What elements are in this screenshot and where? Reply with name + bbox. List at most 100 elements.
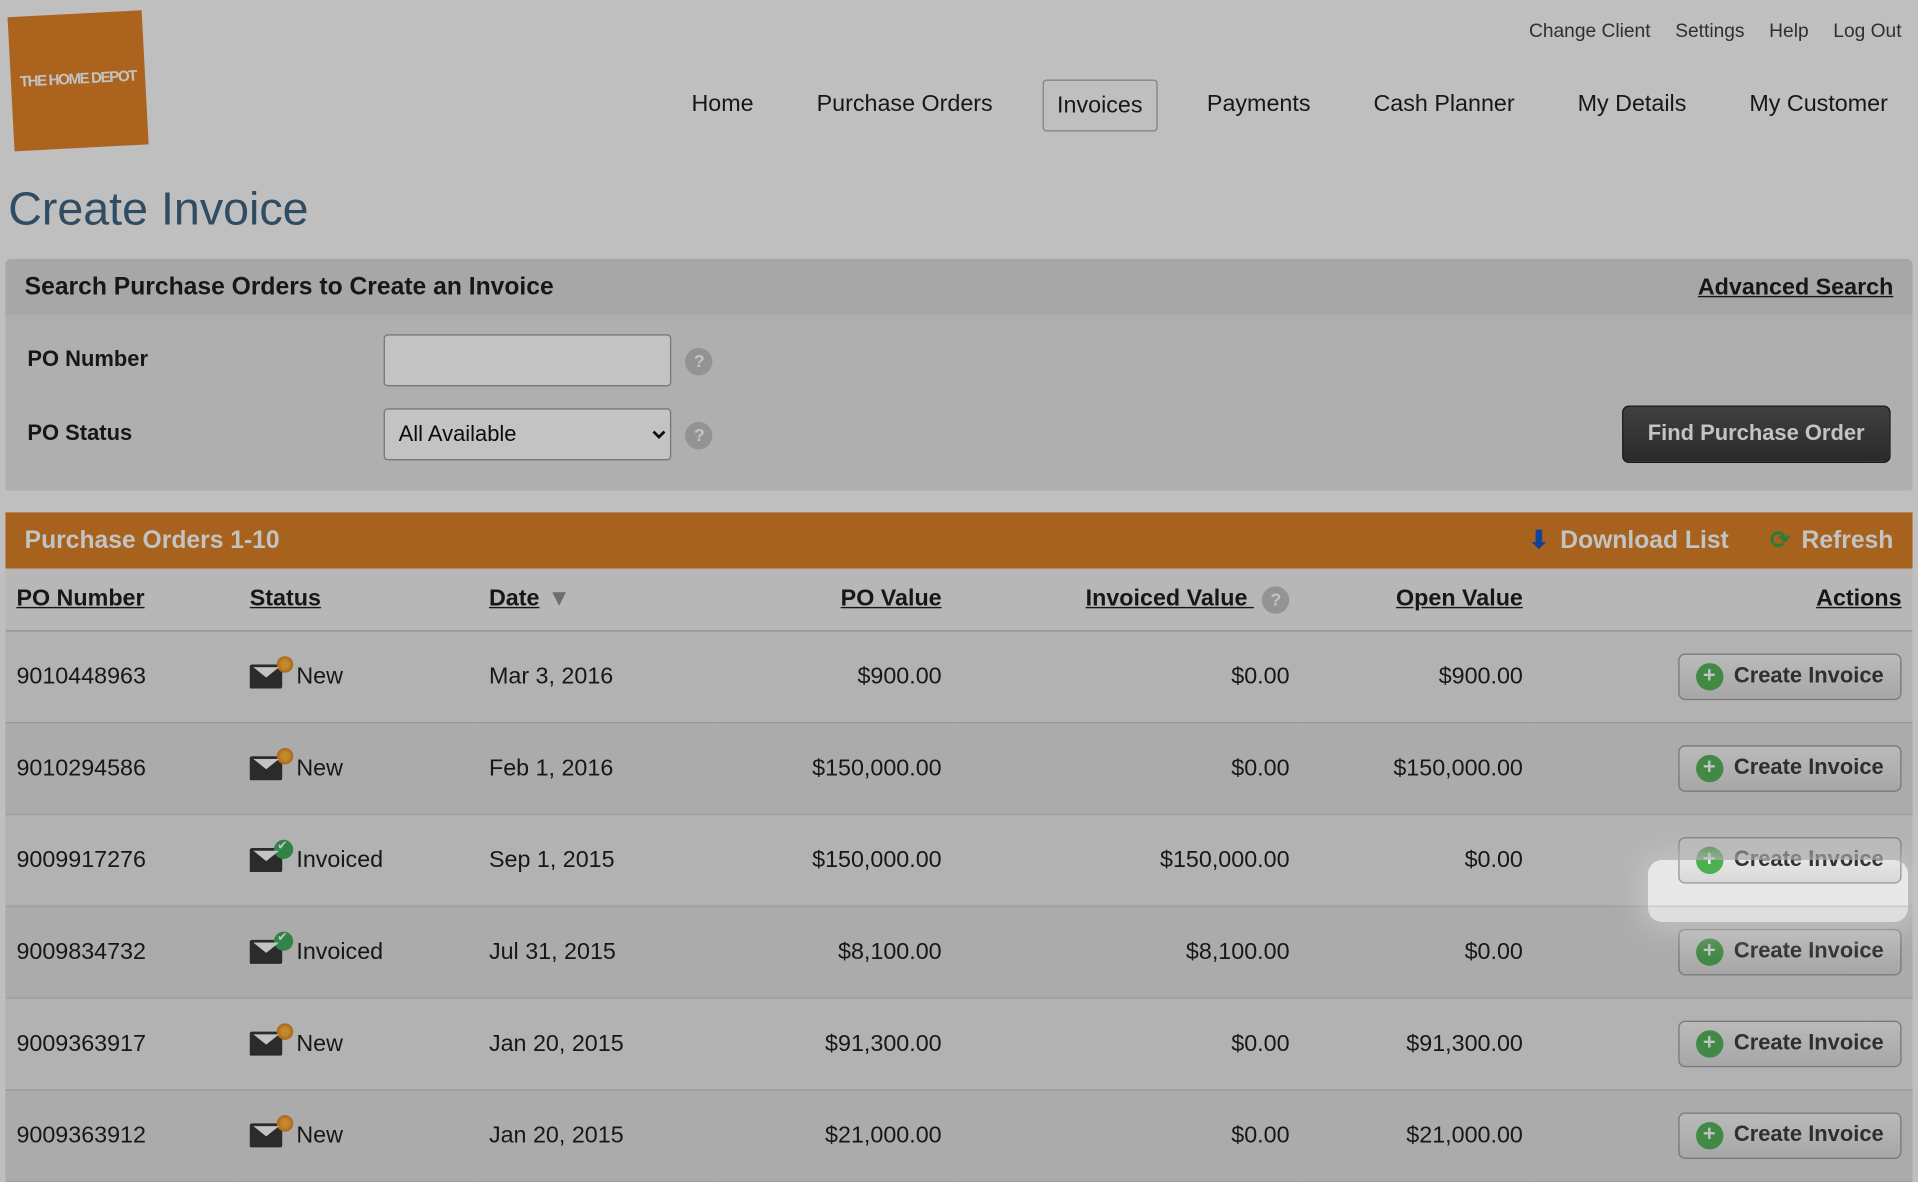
brand-logo-text: THE HOME DEPOT — [20, 71, 137, 91]
cell-date: Sep 1, 2015 — [478, 814, 719, 906]
results-title: Purchase Orders 1-10 — [25, 526, 280, 555]
cell-po-value: $150,000.00 — [719, 722, 952, 814]
cell-invoiced-value: $0.00 — [953, 997, 1301, 1089]
col-open-value[interactable]: Open Value — [1301, 569, 1534, 631]
help-icon[interactable]: ? — [1262, 586, 1289, 613]
cell-po-value: $150,000.00 — [719, 814, 952, 906]
nav-home[interactable]: Home — [678, 79, 768, 131]
cell-invoiced-value: $0.00 — [953, 1089, 1301, 1181]
plus-icon: + — [1696, 1121, 1723, 1148]
cell-po-value: $900.00 — [719, 630, 952, 722]
cell-po-value: $8,100.00 — [719, 906, 952, 998]
cell-status: Invoiced — [239, 814, 478, 906]
cell-status: Invoiced — [239, 906, 478, 998]
nav-cash-planner[interactable]: Cash Planner — [1360, 79, 1529, 131]
table-row: 9009363917NewJan 20, 2015$91,300.00$0.00… — [5, 997, 1912, 1089]
refresh-label: Refresh — [1802, 526, 1894, 555]
cell-open-value: $150,000.00 — [1301, 722, 1534, 814]
refresh-icon: ⟳ — [1770, 526, 1791, 555]
cell-actions: +Create Invoice — [1534, 997, 1913, 1089]
cell-actions: +Create Invoice — [1534, 814, 1913, 906]
cell-open-value: $0.00 — [1301, 814, 1534, 906]
link-logout[interactable]: Log Out — [1833, 19, 1901, 41]
sort-desc-icon: ▼ — [548, 585, 571, 612]
cell-date: Feb 1, 2016 — [478, 722, 719, 814]
help-icon[interactable]: ? — [686, 347, 713, 374]
help-icon[interactable]: ? — [686, 421, 713, 448]
cell-actions: +Create Invoice — [1534, 630, 1913, 722]
create-invoice-button[interactable]: +Create Invoice — [1678, 928, 1902, 975]
link-help[interactable]: Help — [1769, 19, 1808, 41]
cell-date: Jan 20, 2015 — [478, 1089, 719, 1181]
cell-open-value: $91,300.00 — [1301, 997, 1534, 1089]
cell-status: New — [239, 997, 478, 1089]
results-bar: Purchase Orders 1-10 ⬇ Download List ⟳ R… — [5, 512, 1912, 568]
nav-purchase-orders[interactable]: Purchase Orders — [803, 79, 1006, 131]
cell-date: Jul 31, 2015 — [478, 906, 719, 998]
table-row: 9010448963NewMar 3, 2016$900.00$0.00$900… — [5, 630, 1912, 722]
advanced-search-link[interactable]: Advanced Search — [1698, 273, 1893, 300]
cell-invoiced-value: $0.00 — [953, 722, 1301, 814]
search-panel: Search Purchase Orders to Create an Invo… — [5, 259, 1912, 491]
cell-open-value: $900.00 — [1301, 630, 1534, 722]
col-invoiced-value[interactable]: Invoiced Value ? — [953, 569, 1301, 631]
cell-open-value: $0.00 — [1301, 906, 1534, 998]
plus-icon: + — [1696, 754, 1723, 781]
col-po-value[interactable]: PO Value — [719, 569, 952, 631]
create-invoice-button[interactable]: +Create Invoice — [1678, 1112, 1902, 1159]
link-change-client[interactable]: Change Client — [1529, 19, 1651, 41]
nav-invoices[interactable]: Invoices — [1042, 79, 1158, 131]
cell-actions: +Create Invoice — [1534, 906, 1913, 998]
col-actions: Actions — [1534, 569, 1913, 631]
plus-icon: + — [1696, 846, 1723, 873]
nav-my-customer[interactable]: My Customer — [1736, 79, 1902, 131]
link-settings[interactable]: Settings — [1675, 19, 1744, 41]
po-status-select[interactable]: All Available — [384, 408, 672, 460]
envelope-icon — [250, 847, 283, 872]
cell-actions: +Create Invoice — [1534, 1089, 1913, 1181]
refresh-link[interactable]: ⟳ Refresh — [1770, 526, 1893, 555]
po-number-input[interactable] — [384, 334, 672, 386]
utility-nav: Change Client Settings Help Log Out — [0, 0, 1918, 41]
cell-po-number[interactable]: 9010448963 — [5, 630, 238, 722]
envelope-icon — [250, 664, 283, 689]
table-row: 9009834732InvoicedJul 31, 2015$8,100.00 $… — [5, 906, 1912, 998]
plus-icon: + — [1696, 662, 1723, 689]
col-status[interactable]: Status — [239, 569, 478, 631]
col-date[interactable]: Date▼ — [478, 569, 719, 631]
col-po-number[interactable]: PO Number — [5, 569, 238, 631]
envelope-icon — [250, 756, 283, 781]
nav-payments[interactable]: Payments — [1193, 79, 1324, 131]
download-icon: ⬇ — [1529, 526, 1550, 555]
table-row: 9009917276InvoicedSep 1, 2015$150,000.00… — [5, 814, 1912, 906]
po-number-label: PO Number — [27, 348, 383, 373]
envelope-icon — [250, 1123, 283, 1148]
brand-logo: THE HOME DEPOT — [8, 10, 149, 151]
cell-status: New — [239, 722, 478, 814]
cell-po-number[interactable]: 9010294586 — [5, 722, 238, 814]
cell-date: Jan 20, 2015 — [478, 997, 719, 1089]
table-row: 9010294586NewFeb 1, 2016$150,000.00$0.00… — [5, 722, 1912, 814]
cell-po-value: $91,300.00 — [719, 997, 952, 1089]
cell-invoiced-value: $0.00 — [953, 630, 1301, 722]
download-list-label: Download List — [1560, 526, 1729, 555]
cell-po-number[interactable]: 9009363917 — [5, 997, 238, 1089]
table-row: 9009363912NewJan 20, 2015$21,000.00$0.00… — [5, 1089, 1912, 1181]
cell-po-number[interactable]: 9009363912 — [5, 1089, 238, 1181]
cell-actions: +Create Invoice — [1534, 722, 1913, 814]
create-invoice-button[interactable]: +Create Invoice — [1678, 653, 1902, 700]
search-heading: Search Purchase Orders to Create an Invo… — [25, 273, 554, 302]
cell-date: Mar 3, 2016 — [478, 630, 719, 722]
create-invoice-button[interactable]: +Create Invoice — [1678, 1020, 1902, 1067]
envelope-icon — [250, 1031, 283, 1056]
cell-po-value: $21,000.00 — [719, 1089, 952, 1181]
find-purchase-order-button[interactable]: Find Purchase Order — [1622, 406, 1891, 464]
cell-po-number[interactable]: 9009917276 — [5, 814, 238, 906]
cell-po-number[interactable]: 9009834732 — [5, 906, 238, 998]
download-list-link[interactable]: ⬇ Download List — [1529, 526, 1729, 555]
create-invoice-button[interactable]: +Create Invoice — [1678, 836, 1902, 883]
nav-my-details[interactable]: My Details — [1564, 79, 1700, 131]
create-invoice-button[interactable]: +Create Invoice — [1678, 745, 1902, 792]
purchase-orders-table: PO Number Status Date▼ PO Value Invoiced… — [5, 569, 1912, 1182]
plus-icon: + — [1696, 938, 1723, 965]
